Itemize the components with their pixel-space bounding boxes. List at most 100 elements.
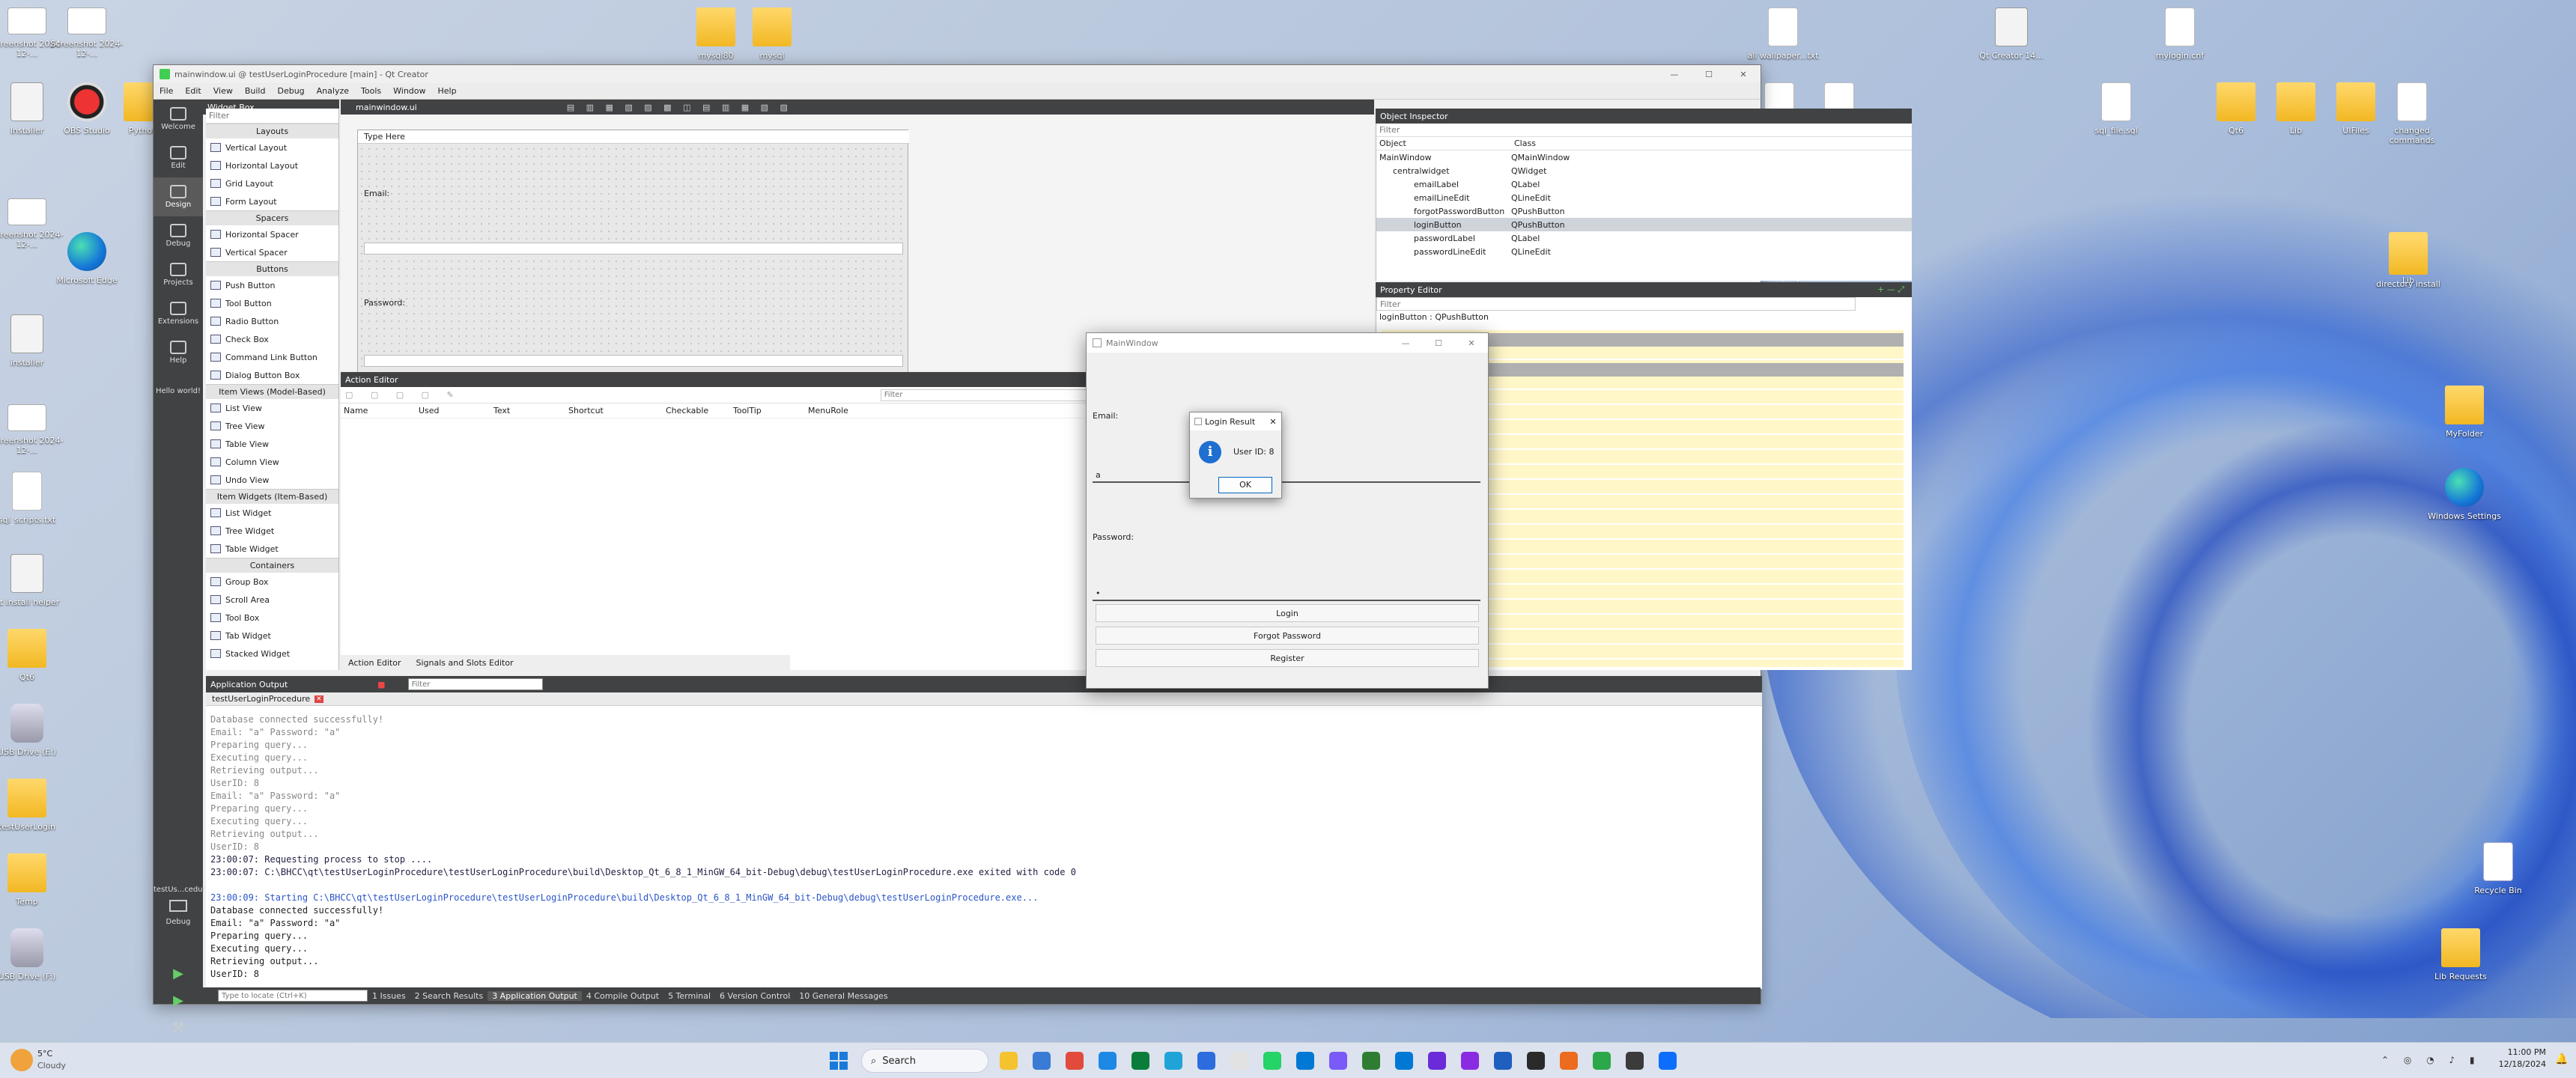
qt-creator-window[interactable]: mainwindow.ui @ testUserLoginProcedure [… bbox=[153, 64, 1912, 1035]
widget-item[interactable]: Table Widget bbox=[206, 540, 338, 558]
taskbar-app-icon[interactable] bbox=[1461, 1052, 1479, 1070]
app-title-bar[interactable]: MainWindow — ☐ ✕ bbox=[1087, 333, 1488, 353]
status-tab[interactable]: 10 General Messages bbox=[795, 991, 892, 1001]
taskbar-app-icon[interactable] bbox=[1395, 1052, 1413, 1070]
widget-item[interactable]: Command Link Button bbox=[206, 348, 338, 366]
form-toolbar[interactable]: ▤ ▥ ▦ ▧ ▨ ▩ ◫ ▤ ▥ ▦ ▧ ▨ bbox=[567, 103, 792, 112]
taskbar-app-icon[interactable] bbox=[1164, 1052, 1182, 1070]
widget-item[interactable]: Scroll Area bbox=[206, 591, 338, 609]
status-tab[interactable]: 1 Issues bbox=[368, 991, 410, 1001]
taskbar-app-icon[interactable] bbox=[1329, 1052, 1347, 1070]
kit-selector[interactable]: testUs...cedure Debug bbox=[154, 886, 210, 926]
object-row[interactable]: forgotPasswordButton QPushButton bbox=[1376, 204, 1912, 218]
form-email-field[interactable] bbox=[364, 243, 903, 255]
app-email-field[interactable]: a bbox=[1093, 468, 1480, 483]
object-row[interactable]: emailLabel QLabel bbox=[1376, 177, 1912, 191]
widget-item[interactable]: Undo View bbox=[206, 471, 338, 489]
form-password-field[interactable] bbox=[364, 355, 903, 367]
object-row[interactable]: loginButton QPushButton bbox=[1376, 218, 1912, 231]
menu-debug[interactable]: Debug bbox=[271, 86, 310, 96]
action-editor-tab[interactable]: Action Editor bbox=[341, 658, 409, 668]
taskbar-app-icon[interactable] bbox=[1197, 1052, 1215, 1070]
taskbar-search-box[interactable]: ⌕ Search bbox=[861, 1049, 988, 1073]
close-tab-icon[interactable]: ✕ bbox=[315, 695, 323, 703]
taskbar-app-icon[interactable] bbox=[1626, 1052, 1644, 1070]
object-row[interactable]: passwordLineEdit QLineEdit bbox=[1376, 245, 1912, 258]
desktop-icon[interactable]: changed commands bbox=[2375, 78, 2449, 160]
taskbar-app-icon[interactable] bbox=[1263, 1052, 1281, 1070]
taskbar-app-icon[interactable] bbox=[1362, 1052, 1380, 1070]
forgot-password-button[interactable]: Forgot Password bbox=[1096, 627, 1479, 645]
widget-item[interactable]: Tree View bbox=[206, 417, 338, 435]
clock-date[interactable]: 12/18/2024 bbox=[2486, 1059, 2546, 1069]
output-tab[interactable]: testUserLoginProcedure bbox=[212, 694, 310, 704]
mode-edit[interactable]: Edit bbox=[154, 138, 203, 177]
taskbar-app-icon[interactable] bbox=[1099, 1052, 1117, 1070]
desktop-icon[interactable]: USB Drive (F:) bbox=[0, 924, 64, 1006]
menu-tools[interactable]: Tools bbox=[355, 86, 387, 96]
desktop-icon[interactable]: USB Drive (E:) bbox=[0, 699, 64, 782]
desktop-icon[interactable]: Windows Settings bbox=[2427, 463, 2502, 546]
widget-category[interactable]: Spacers bbox=[206, 210, 338, 225]
status-tab[interactable]: 3 Application Output bbox=[487, 990, 582, 1001]
desktop-icon[interactable]: Microsoft Edge bbox=[49, 228, 124, 310]
widget-item[interactable]: List View bbox=[206, 399, 338, 417]
taskbar-app-icon[interactable] bbox=[1560, 1052, 1578, 1070]
dialog-title-bar[interactable]: Login Result ✕ bbox=[1190, 412, 1281, 430]
object-filter-input[interactable] bbox=[1376, 124, 1912, 137]
widget-item[interactable]: Push Button bbox=[206, 276, 338, 294]
action-column-header[interactable]: Checkable bbox=[663, 406, 730, 415]
widget-item[interactable]: Check Box bbox=[206, 330, 338, 348]
widget-item[interactable]: Tree Widget bbox=[206, 522, 338, 540]
widget-category[interactable]: Buttons bbox=[206, 261, 338, 276]
build-icon[interactable]: ⚒ bbox=[154, 1014, 203, 1041]
action-column-header[interactable]: Used bbox=[416, 406, 490, 415]
app-minimize-button[interactable]: — bbox=[1389, 338, 1422, 348]
weather-text[interactable]: Cloudy bbox=[37, 1061, 66, 1071]
close-button[interactable]: ✕ bbox=[1726, 70, 1761, 79]
windows-start-icon[interactable] bbox=[830, 1052, 848, 1070]
mode-debug[interactable]: Debug bbox=[154, 216, 203, 255]
taskbar-app-icon[interactable] bbox=[1494, 1052, 1512, 1070]
taskbar-app-icon[interactable] bbox=[1131, 1052, 1149, 1070]
status-tab[interactable]: 4 Compile Output bbox=[582, 991, 663, 1001]
app-close-button[interactable]: ✕ bbox=[1455, 338, 1488, 348]
mode-extensions[interactable]: Extensions bbox=[154, 294, 203, 333]
desktop-icon[interactable]: Qt6 bbox=[0, 624, 64, 707]
widget-item[interactable]: List Widget bbox=[206, 504, 338, 522]
widget-item[interactable]: Table View bbox=[206, 435, 338, 453]
add-property-icon[interactable]: + — ⤢ bbox=[1877, 284, 1904, 295]
taskbar-app-icon[interactable] bbox=[1230, 1052, 1248, 1070]
widget-item[interactable]: Radio Button bbox=[206, 312, 338, 330]
desktop-icon[interactable]: directory install bbox=[2371, 231, 2446, 314]
maximize-button[interactable]: ☐ bbox=[1692, 70, 1726, 79]
action-column-header[interactable]: Text bbox=[490, 406, 565, 415]
desktop-icon[interactable]: qt install helper bbox=[0, 549, 64, 632]
status-tab[interactable]: 6 Version Control bbox=[715, 991, 795, 1001]
menu-build[interactable]: Build bbox=[239, 86, 272, 96]
app-maximize-button[interactable]: ☐ bbox=[1422, 338, 1455, 348]
menu-analyze[interactable]: Analyze bbox=[311, 86, 355, 96]
action-toolbar[interactable]: ▢ ▢ ▢ ▢ ✎ bbox=[345, 390, 461, 400]
desktop-icon[interactable]: testUserLogin bbox=[0, 774, 64, 856]
desktop-icon[interactable]: Lib Requests bbox=[2423, 924, 2498, 1006]
login-result-dialog[interactable]: Login Result ✕ i User ID: 8 OK bbox=[1189, 412, 1282, 499]
desktop-icon[interactable]: mylogin.cnf bbox=[2142, 3, 2217, 85]
mode-welcome[interactable]: Welcome bbox=[154, 100, 203, 138]
taskbar-app-icon[interactable] bbox=[1000, 1052, 1018, 1070]
action-editor-tab[interactable]: Signals and Slots Editor bbox=[409, 658, 521, 668]
menu-view[interactable]: View bbox=[207, 86, 239, 96]
widget-item[interactable]: Tool Box bbox=[206, 609, 338, 627]
desktop-icon[interactable]: sql_file.sql bbox=[2079, 78, 2154, 160]
widget-filter-input[interactable] bbox=[206, 109, 338, 124]
login-button[interactable]: Login bbox=[1096, 604, 1479, 622]
object-row[interactable]: emailLineEdit QLineEdit bbox=[1376, 191, 1912, 204]
object-row[interactable]: passwordLabel QLabel bbox=[1376, 231, 1912, 245]
desktop-icon[interactable]: Qt Creator 14... bbox=[1974, 3, 2049, 85]
register-button[interactable]: Register bbox=[1096, 649, 1479, 667]
taskbar-app-icon[interactable] bbox=[1428, 1052, 1446, 1070]
action-column-header[interactable]: Shortcut bbox=[565, 406, 663, 415]
form-preview[interactable]: Type Here Email: Password: bbox=[357, 130, 909, 377]
stop-icon[interactable]: ■ bbox=[377, 680, 385, 689]
desktop-icon[interactable]: MyFolder bbox=[2427, 381, 2502, 463]
